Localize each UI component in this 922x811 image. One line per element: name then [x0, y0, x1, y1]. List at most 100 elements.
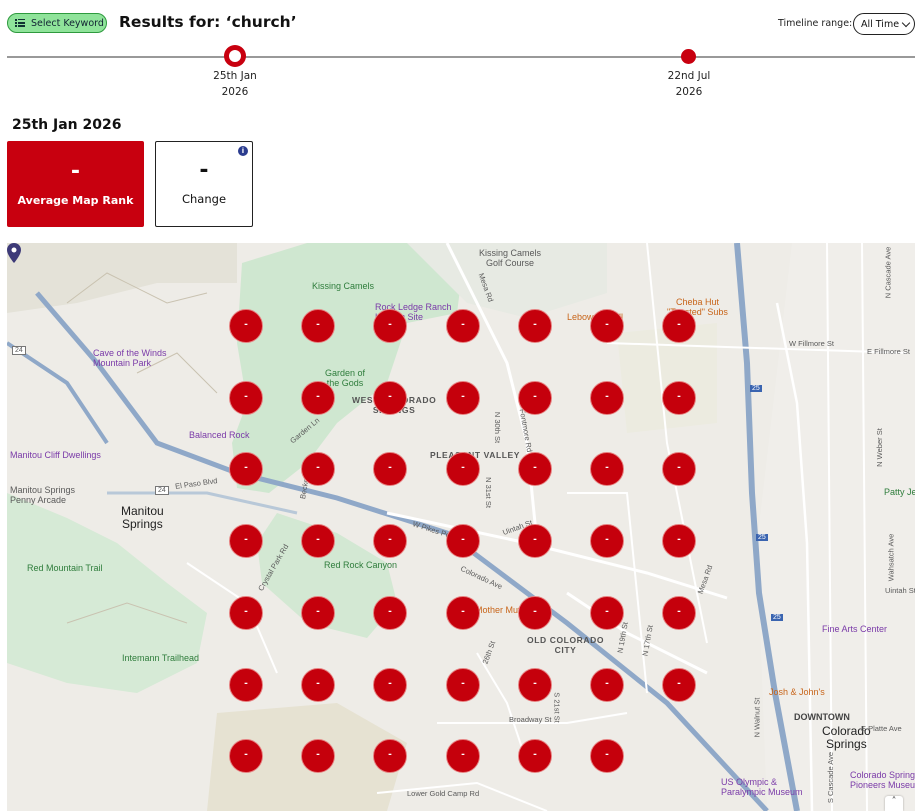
- map-label: S Cascade Ave: [826, 751, 836, 804]
- rank-grid-point[interactable]: -: [301, 309, 335, 343]
- rank-grid-point[interactable]: -: [662, 524, 696, 558]
- timeline-range-value: All Time: [861, 18, 900, 30]
- rank-grid-point[interactable]: -: [662, 668, 696, 702]
- timeline-point-selected[interactable]: [224, 45, 246, 67]
- map-view[interactable]: Kissing Camels Golf Course Kissing Camel…: [7, 243, 915, 811]
- rank-grid-point[interactable]: -: [590, 452, 624, 486]
- change-card: i - Change: [155, 141, 253, 227]
- timeline-range-select[interactable]: All Time: [853, 13, 915, 35]
- rank-grid-point[interactable]: -: [446, 309, 480, 343]
- map-label: S 21st St: [552, 692, 562, 723]
- rank-grid-point[interactable]: -: [446, 381, 480, 415]
- rank-grid-point[interactable]: -: [662, 452, 696, 486]
- rank-grid-point[interactable]: -: [229, 524, 263, 558]
- map-label: Wahsatch Ave: [886, 533, 896, 582]
- select-keyword-button[interactable]: Select Keyword: [7, 13, 107, 33]
- rank-grid-point[interactable]: -: [446, 452, 480, 486]
- rank-grid-point[interactable]: -: [301, 452, 335, 486]
- select-keyword-label: Select Keyword: [31, 17, 104, 29]
- rank-grid-point[interactable]: -: [229, 668, 263, 702]
- average-rank-card: - Average Map Rank: [7, 141, 144, 227]
- map-label: Lower Gold Camp Rd: [407, 789, 480, 798]
- change-value: -: [199, 158, 209, 183]
- map-label: US Olympic & Paralympic Museum: [721, 777, 803, 797]
- rank-grid-point[interactable]: -: [590, 381, 624, 415]
- rank-grid-point[interactable]: -: [662, 381, 696, 415]
- rank-grid-point[interactable]: -: [518, 524, 552, 558]
- rank-grid-point[interactable]: -: [662, 309, 696, 343]
- map-label: N 30th St: [493, 411, 503, 444]
- rank-grid-point[interactable]: -: [373, 381, 407, 415]
- rank-grid-point[interactable]: -: [446, 524, 480, 558]
- timeline-point-day: 22nd Jul: [667, 70, 711, 82]
- timeline-point-year: 2026: [221, 86, 249, 98]
- map-label: N Walnut St: [752, 697, 762, 738]
- map-label: N Weber St: [874, 428, 884, 467]
- map-label: E Platte Ave: [861, 724, 902, 733]
- map-label: Uintah St: [885, 586, 915, 595]
- timeline-point[interactable]: [681, 49, 696, 64]
- rank-grid-point[interactable]: -: [518, 381, 552, 415]
- rank-grid-point[interactable]: -: [446, 596, 480, 630]
- map-label: Intemann Trailhead: [122, 653, 200, 663]
- rank-grid-point[interactable]: -: [373, 596, 407, 630]
- info-icon[interactable]: i: [238, 146, 248, 156]
- rank-grid-point[interactable]: -: [590, 524, 624, 558]
- timeline-range-label: Timeline range:: [778, 18, 853, 29]
- rank-grid-point[interactable]: -: [590, 309, 624, 343]
- rank-grid-point[interactable]: -: [229, 381, 263, 415]
- rank-grid-point[interactable]: -: [590, 668, 624, 702]
- route-shield: 25: [771, 614, 783, 621]
- chevron-up-icon[interactable]: ˄: [885, 796, 903, 811]
- rank-grid-point[interactable]: -: [590, 596, 624, 630]
- map-label: N 31st St: [483, 477, 493, 508]
- page-title: Results for: ‘church’: [119, 13, 297, 31]
- timeline-point-day: 25th Jan: [213, 70, 257, 82]
- map-label: Colorado Springs Pioneers Museum: [850, 770, 915, 790]
- change-label: Change: [181, 192, 227, 206]
- timeline-point-label: 22nd Jul 2026: [649, 68, 729, 100]
- rank-grid-point[interactable]: -: [518, 596, 552, 630]
- route-shield: 24: [155, 486, 169, 495]
- map-label: Fine Arts Center: [822, 624, 888, 634]
- rank-grid-point[interactable]: -: [518, 739, 552, 773]
- rank-grid-point[interactable]: -: [373, 309, 407, 343]
- average-rank-label: Average Map Rank: [17, 194, 134, 207]
- header-bar: Select Keyword Results for: ‘church’ Tim…: [0, 0, 922, 46]
- rank-grid-point[interactable]: -: [229, 596, 263, 630]
- selected-date-heading: 25th Jan 2026: [12, 117, 122, 133]
- map-label: Josh & John's: [769, 687, 825, 697]
- rank-grid-point[interactable]: -: [301, 381, 335, 415]
- map-label: Cave of the Winds Mountain Park: [93, 348, 167, 368]
- rank-grid-point[interactable]: -: [662, 596, 696, 630]
- map-label: Kissing Camels: [312, 281, 375, 291]
- map-label: N Cascade Ave: [883, 246, 893, 299]
- rank-grid-point[interactable]: -: [229, 452, 263, 486]
- list-icon: [15, 19, 25, 27]
- rank-grid-point[interactable]: -: [518, 668, 552, 702]
- map-label: Manitou Cliff Dwellings: [10, 450, 101, 460]
- rank-grid-point[interactable]: -: [518, 309, 552, 343]
- route-shield: 25: [750, 385, 762, 392]
- rank-grid-point[interactable]: -: [446, 668, 480, 702]
- rank-grid-point[interactable]: -: [229, 309, 263, 343]
- map-label: Manitou Springs: [121, 504, 164, 531]
- map-label: Balanced Rock: [189, 430, 250, 440]
- location-pin-icon: [7, 243, 21, 263]
- rank-grid-point[interactable]: -: [373, 524, 407, 558]
- rank-grid-point[interactable]: -: [373, 668, 407, 702]
- rank-grid-point[interactable]: -: [518, 452, 552, 486]
- rank-grid-point[interactable]: -: [301, 739, 335, 773]
- rank-grid-point[interactable]: -: [301, 596, 335, 630]
- rank-grid-point[interactable]: -: [301, 524, 335, 558]
- map-label: Red Mountain Trail: [27, 563, 103, 573]
- rank-grid-point[interactable]: -: [373, 452, 407, 486]
- map-label: W Fillmore St: [789, 339, 834, 348]
- rank-grid-point[interactable]: -: [446, 739, 480, 773]
- map-label: Garden of the Gods: [325, 368, 366, 388]
- rank-grid-point[interactable]: -: [590, 739, 624, 773]
- rank-grid-point[interactable]: -: [229, 739, 263, 773]
- rank-grid-point[interactable]: -: [373, 739, 407, 773]
- rank-grid-point[interactable]: -: [301, 668, 335, 702]
- map-label: DOWNTOWN: [794, 712, 850, 722]
